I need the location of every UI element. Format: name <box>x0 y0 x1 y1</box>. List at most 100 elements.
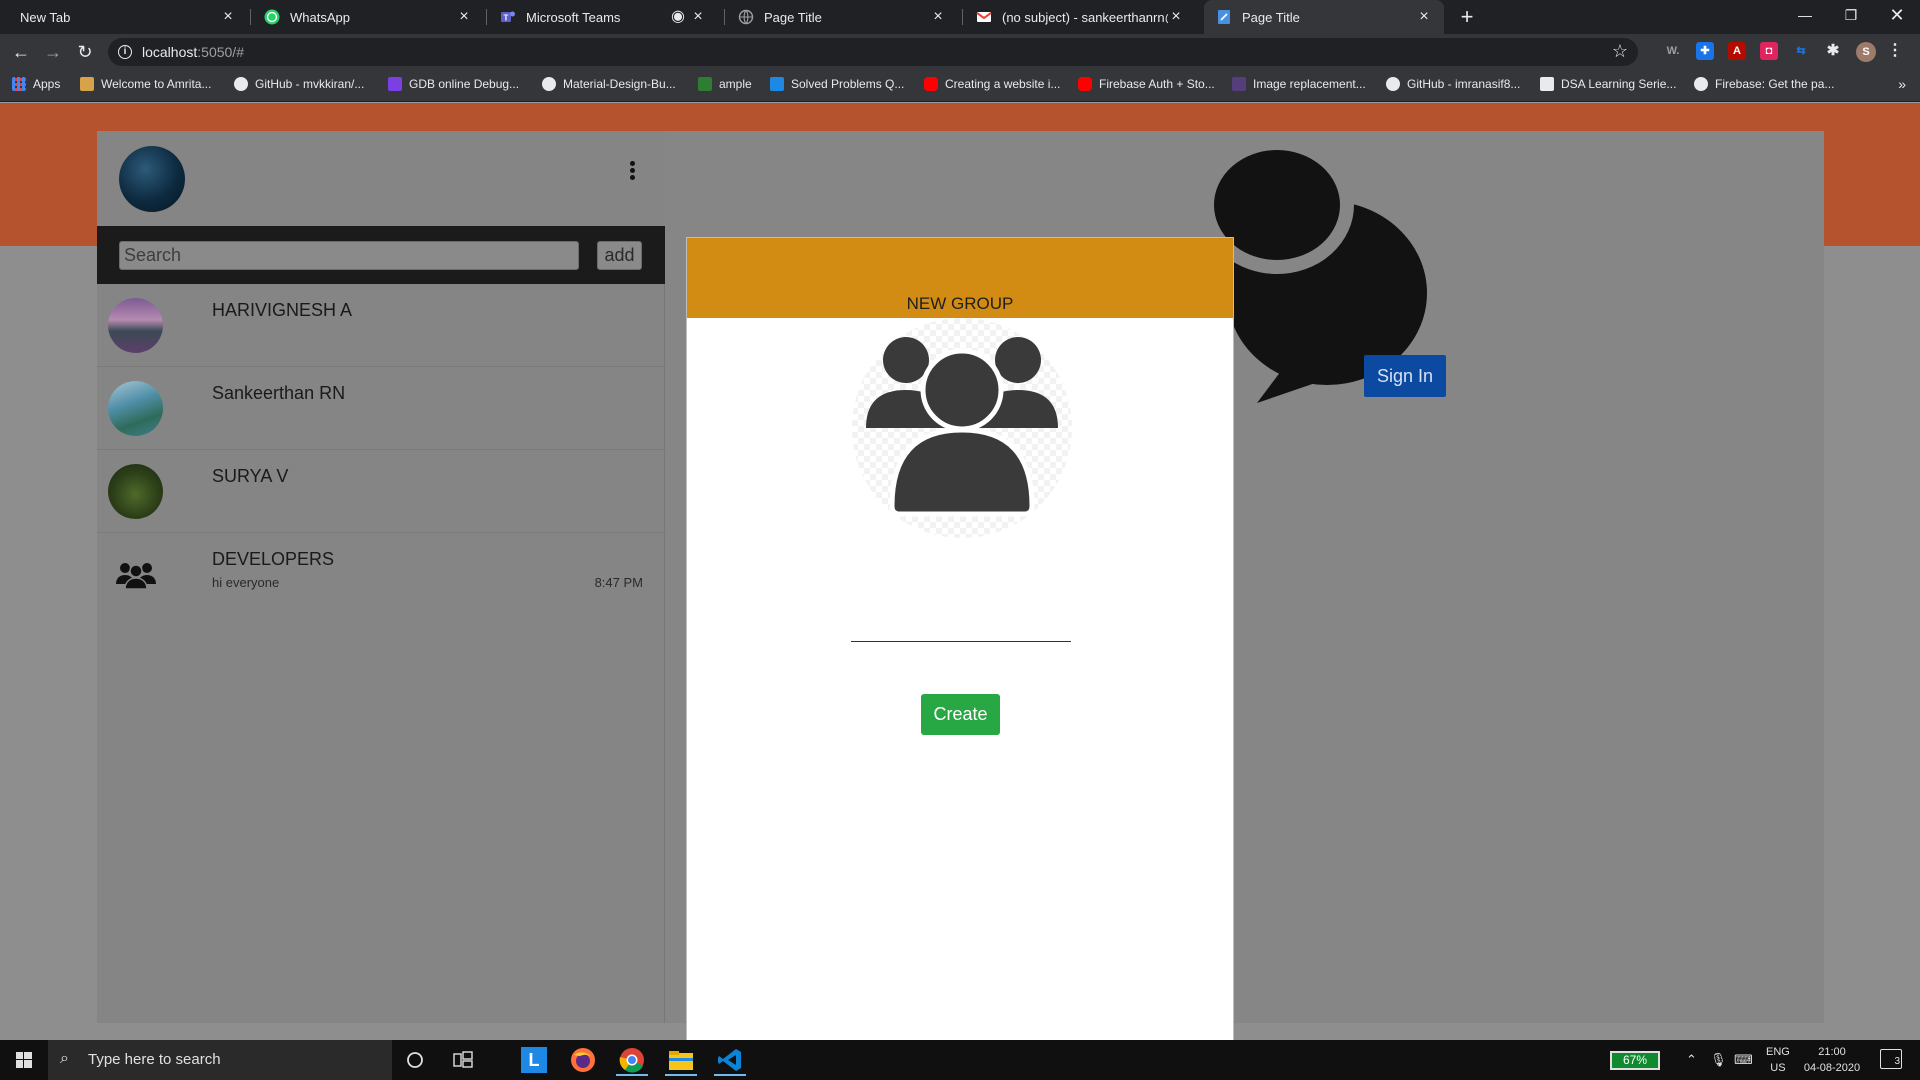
group-name-input[interactable] <box>851 612 1071 642</box>
firefox-icon[interactable] <box>563 1044 603 1076</box>
forward-icon[interactable]: → <box>41 40 65 64</box>
bookmarks-bar: Apps Welcome to Amrita... GitHub - mvkki… <box>0 70 1920 102</box>
microphone-icon[interactable]: 🎙 <box>1710 1052 1727 1068</box>
clock[interactable]: 21:00 04-08-2020 <box>1800 1044 1864 1076</box>
chat-list-item[interactable]: DEVELOPERS hi everyone 8:47 PM <box>97 533 665 616</box>
bookmark-item[interactable]: Material-Design-Bu... <box>542 77 676 91</box>
tab-page-title-active[interactable]: Page Title × <box>1204 0 1444 34</box>
chevron-up-icon[interactable]: ⌃ <box>1686 1052 1697 1068</box>
tab-label: (no subject) - sankeerthanrn@gm <box>1002 9 1168 25</box>
modal-header: NEW GROUP <box>687 238 1233 318</box>
bookmark-item[interactable]: Solved Problems Q... <box>770 77 904 91</box>
windows-start-icon[interactable] <box>0 1040 48 1080</box>
bookmark-item[interactable]: GitHub - mvkkiran/... <box>234 77 364 91</box>
add-button[interactable]: add <box>597 241 642 270</box>
keyboard-icon[interactable]: ⌨ <box>1734 1052 1753 1068</box>
github-icon <box>234 77 248 91</box>
pocket-extension-icon[interactable]: ◘ <box>1760 42 1778 60</box>
tab-microsoft-teams[interactable]: T Microsoft Teams ◉ × <box>488 0 718 34</box>
github-icon <box>1386 77 1400 91</box>
restore-icon[interactable]: ❐ <box>1828 0 1874 30</box>
bookmark-item[interactable]: DSA Learning Serie... <box>1540 77 1676 91</box>
new-group-modal: NEW GROUP Create <box>686 237 1234 1080</box>
contact-avatar <box>108 464 163 519</box>
extension-arrows-icon[interactable]: ⇆ <box>1792 42 1810 60</box>
chat-list-item[interactable]: HARIVIGNESH A <box>97 284 665 367</box>
chat-list-item[interactable]: SURYA V <box>97 450 665 533</box>
close-icon[interactable]: × <box>690 9 706 25</box>
pdf-extension-icon[interactable]: A <box>1728 42 1746 60</box>
bookmark-item[interactable]: Creating a website i... <box>924 77 1060 91</box>
close-icon[interactable]: × <box>220 9 236 25</box>
svg-text:T: T <box>504 14 509 23</box>
cortana-icon[interactable] <box>395 1044 435 1076</box>
group-photo-picker[interactable] <box>852 318 1072 538</box>
create-button[interactable]: Create <box>921 694 1000 735</box>
puzzle-extensions-icon[interactable]: ✱ <box>1824 42 1842 60</box>
contact-name: HARIVIGNESH A <box>212 300 353 320</box>
last-message: hi everyone <box>212 575 280 590</box>
close-icon[interactable]: × <box>1168 9 1184 25</box>
url-text[interactable]: localhost:5050/# <box>142 44 244 60</box>
close-window-icon[interactable]: ✕ <box>1874 0 1920 30</box>
tab-page-title[interactable]: Page Title × <box>726 0 958 34</box>
clock-date: 04-08-2020 <box>1803 1062 1861 1074</box>
notification-center-icon[interactable]: 3 <box>1880 1049 1902 1069</box>
bookmark-item[interactable]: Firebase Auth + Sto... <box>1078 77 1215 91</box>
close-icon[interactable]: × <box>456 9 472 25</box>
bookmark-item[interactable]: ample <box>698 77 752 91</box>
bookmark-item[interactable]: Welcome to Amrita... <box>80 77 211 91</box>
bookmark-item[interactable]: Image replacement... <box>1232 77 1366 91</box>
app-l-icon[interactable]: L <box>514 1044 554 1076</box>
page-viewport: add HARIVIGNESH A Sankeerthan RN SURYA V <box>0 103 1920 1080</box>
bookmark-apps[interactable]: Apps <box>12 77 60 91</box>
reload-icon[interactable]: ↻ <box>73 40 97 64</box>
globe-icon <box>738 9 754 25</box>
teams-icon: T <box>500 9 516 25</box>
bookmark-star-icon[interactable]: ☆ <box>1612 41 1628 62</box>
bookmarks-overflow-icon[interactable]: » <box>1898 76 1906 92</box>
message-time: 8:47 PM <box>594 575 643 590</box>
back-icon[interactable]: ← <box>9 40 33 64</box>
search-icon: ⌕ <box>60 1050 69 1067</box>
close-icon[interactable]: × <box>1416 9 1432 25</box>
search-input[interactable] <box>119 241 579 270</box>
task-view-icon[interactable] <box>443 1044 483 1076</box>
document-icon <box>1216 9 1232 25</box>
tab-gmail[interactable]: (no subject) - sankeerthanrn@gm × <box>964 0 1196 34</box>
tab-label: Page Title <box>764 9 822 25</box>
file-explorer-icon[interactable] <box>661 1044 701 1076</box>
language-indicator[interactable]: ENG US <box>1766 1044 1790 1076</box>
user-avatar[interactable] <box>119 146 185 212</box>
youtube-icon <box>1078 77 1092 91</box>
profile-avatar[interactable]: S <box>1856 42 1876 62</box>
vscode-icon[interactable] <box>710 1044 750 1076</box>
taskbar-search-box[interactable]: ⌕ Type here to search <box>48 1040 392 1080</box>
bookmark-item[interactable]: GitHub - imranasif8... <box>1386 77 1520 91</box>
menu-kebab-icon[interactable]: ⋮ <box>1886 42 1904 60</box>
sign-in-button[interactable]: Sign In <box>1364 355 1446 397</box>
contact-avatar <box>108 381 163 436</box>
extension-w-icon[interactable]: W. <box>1664 42 1682 60</box>
close-icon[interactable]: × <box>930 9 946 25</box>
bookmark-item[interactable]: GDB online Debug... <box>388 77 519 91</box>
chrome-icon[interactable] <box>612 1044 652 1076</box>
bootstrap-icon <box>1232 77 1246 91</box>
youtube-icon <box>924 77 938 91</box>
bookmark-item[interactable]: Firebase: Get the pa... <box>1694 77 1834 91</box>
extension-blue-icon[interactable]: ✚ <box>1696 42 1714 60</box>
minimize-icon[interactable]: — <box>1782 0 1828 30</box>
battery-indicator[interactable]: 67% <box>1610 1051 1660 1070</box>
contact-avatar <box>108 298 163 353</box>
chat-list-item[interactable]: Sankeerthan RN <box>97 367 665 450</box>
tab-new-tab[interactable]: New Tab × <box>8 0 248 34</box>
more-options-icon[interactable] <box>627 161 637 185</box>
address-bar[interactable]: i localhost:5050/# ☆ <box>108 38 1638 66</box>
gdb-icon <box>388 77 402 91</box>
new-tab-button[interactable]: + <box>1455 5 1479 29</box>
tab-whatsapp[interactable]: WhatsApp × <box>252 0 484 34</box>
info-icon[interactable]: i <box>118 45 132 59</box>
modal-title: NEW GROUP <box>906 294 1014 313</box>
sidebar-header <box>97 131 665 226</box>
group-icon <box>866 337 1058 517</box>
